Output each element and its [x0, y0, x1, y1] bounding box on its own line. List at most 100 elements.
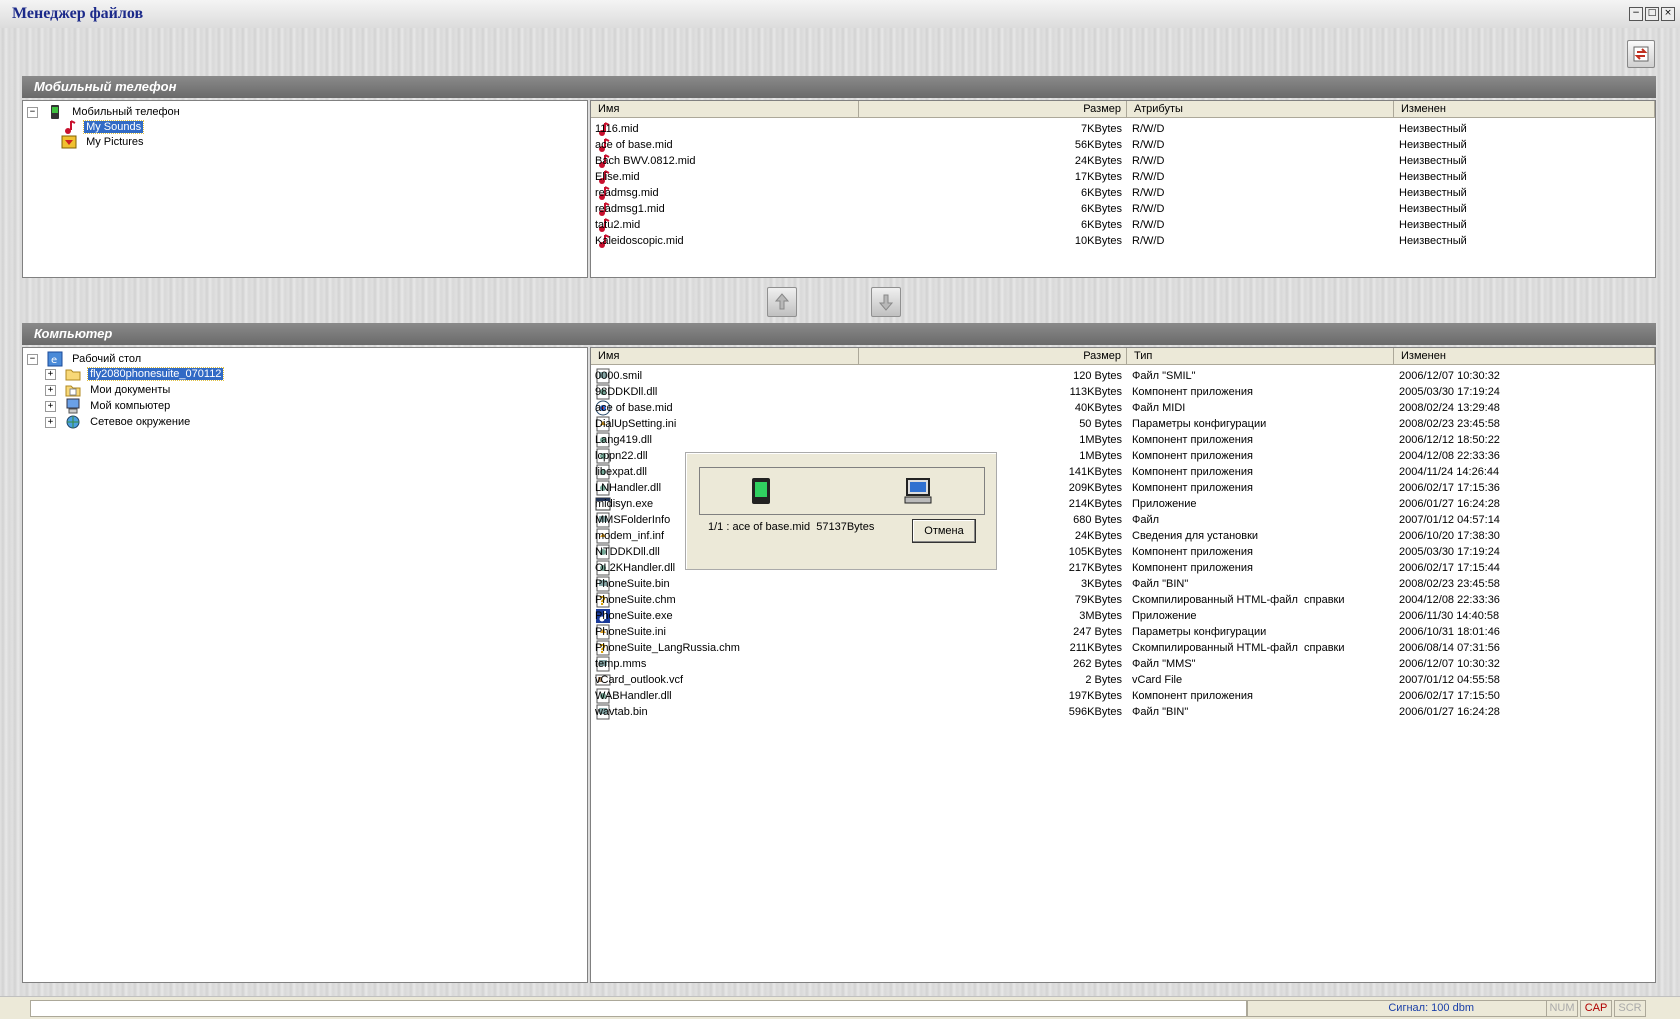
svg-text:e: e: [51, 355, 57, 366]
column-header-size[interactable]: Размер: [859, 101, 1127, 118]
tree-item-my-computer[interactable]: + Мой компьютер: [45, 398, 172, 414]
file-size: 40KBytes: [1074, 402, 1122, 414]
expand-icon[interactable]: +: [45, 400, 56, 412]
column-header-attributes[interactable]: Атрибуты: [1127, 101, 1394, 118]
file-row[interactable]: ace of base.mid 56KBytes R/W/D Неизвестный: [591, 137, 1655, 153]
sync-button[interactable]: [1627, 40, 1655, 68]
tree-item-network[interactable]: + Сетевое окружение: [45, 414, 192, 430]
file-size: 262 Bytes: [1073, 658, 1122, 670]
file-modified: 2006/11/30 14:40:58: [1399, 610, 1500, 622]
collapse-icon[interactable]: −: [27, 106, 38, 118]
tree-item-fly2080-folder[interactable]: + fly2080phonesuite_070112: [45, 366, 225, 382]
file-modified: 2005/03/30 17:19:24: [1399, 386, 1500, 398]
file-size: 1MBytes: [1079, 434, 1122, 446]
file-row[interactable]: 1116.mid 7KBytes R/W/D Неизвестный: [591, 121, 1655, 137]
file-size: 3MBytes: [1079, 610, 1122, 622]
tree-label: My Pictures: [86, 136, 144, 148]
upload-to-phone-button[interactable]: [767, 287, 797, 317]
tree-label: Рабочий стол: [72, 353, 142, 365]
phone-icon: [47, 104, 63, 120]
file-modified: 2008/02/24 13:29:48: [1399, 402, 1500, 414]
file-modified: Неизвестный: [1399, 203, 1467, 215]
file-row[interactable]: 98DDKDll.dll 113KBytes Компонент приложени…: [591, 384, 1655, 400]
file-row[interactable]: PhoneSuite.exe 3MBytes Приложение 2006/11/3…: [591, 608, 1655, 624]
file-row[interactable]: readmsg1.mid 6KBytes R/W/D Неизвестный: [591, 201, 1655, 217]
file-row[interactable]: WABHandler.dll 197KBytes Компонент приложе…: [591, 688, 1655, 704]
file-modified: 2004/11/24 14:26:44: [1399, 466, 1500, 478]
file-name-text: modem_inf.inf: [595, 530, 665, 542]
file-size: 120 Bytes: [1073, 370, 1122, 382]
expand-icon[interactable]: +: [45, 384, 56, 396]
file-row[interactable]: Kaleidoscopic.mid 10KBytes R/W/D Неизвестны…: [591, 233, 1655, 249]
file-type: Параметры конфигурации: [1132, 418, 1267, 430]
file-row[interactable]: readmsg.mid 6KBytes R/W/D Неизвестный: [591, 185, 1655, 201]
file-row[interactable]: Elise.mid 17KBytes R/W/D Неизвестный: [591, 169, 1655, 185]
file-row[interactable]: temp.mms 262 Bytes Файл "MMS" 2006/12/07 10…: [591, 656, 1655, 672]
expand-icon[interactable]: +: [45, 368, 56, 380]
file-row[interactable]: ? PhoneSuite.chm 79KBytes Скомпилированный …: [591, 592, 1655, 608]
file-name-text: PhoneSuite_LangRussia.chm: [595, 642, 740, 654]
column-header-type[interactable]: Тип: [1127, 348, 1394, 365]
file-row[interactable]: ? PhoneSuite_LangRussia.chm 211KBytes Скомп…: [591, 640, 1655, 656]
file-modified: 2004/12/08 22:33:36: [1399, 594, 1500, 606]
file-type: Сведения для установки: [1132, 530, 1259, 542]
file-row[interactable]: vCard_outlook.vcf 2 Bytes vCard File 2007/0…: [591, 672, 1655, 688]
arrow-down-icon: [878, 294, 894, 311]
file-size: 113KBytes: [1069, 386, 1122, 398]
file-size: 50 Bytes: [1079, 418, 1122, 430]
file-type: vCard File: [1132, 674, 1183, 686]
file-type: Компонент приложения: [1132, 386, 1253, 398]
pc-tree-root[interactable]: − e Рабочий стол: [27, 351, 143, 367]
column-header-name[interactable]: Имя: [591, 348, 859, 365]
file-modified: 2006/01/27 16:24:28: [1399, 706, 1500, 718]
file-row[interactable]: tatu2.mid 6KBytes R/W/D Неизвестный: [591, 217, 1655, 233]
file-row[interactable]: Lang419.dll 1MBytes Компонент приложения 20…: [591, 432, 1655, 448]
download-to-pc-button[interactable]: [871, 287, 901, 317]
file-size: 247 Bytes: [1073, 626, 1122, 638]
file-modified: 2006/10/20 17:38:30: [1399, 530, 1500, 542]
column-header-modified[interactable]: Изменен: [1394, 348, 1655, 365]
tree-item-my-sounds[interactable]: My Sounds: [61, 119, 145, 135]
maximize-button[interactable]: □: [1645, 7, 1659, 21]
status-bar: Сигнал: 100 dbm NUM CAP SCR: [0, 996, 1680, 1019]
tree-item-my-documents[interactable]: + Мои документы: [45, 382, 172, 398]
expand-icon[interactable]: +: [45, 416, 56, 428]
file-name-text: wavtab.bin: [595, 706, 648, 718]
column-header-modified[interactable]: Изменен: [1394, 101, 1655, 118]
cancel-button[interactable]: Отмена: [912, 519, 976, 543]
file-type: Параметры конфигурации: [1132, 626, 1267, 638]
phone-tree-root[interactable]: − Мобильный телефон: [27, 104, 182, 120]
file-name-text: tatu2.mid: [595, 219, 641, 231]
tree-label: Мой компьютер: [90, 400, 171, 412]
file-modified: 2006/12/07 10:30:32: [1399, 658, 1500, 670]
file-size: 211KBytes: [1069, 642, 1122, 654]
file-row[interactable]: Bach BWV.0812.mid 24KBytes R/W/D Неизвестны…: [591, 153, 1655, 169]
file-size: 2 Bytes: [1085, 674, 1122, 686]
collapse-icon[interactable]: −: [27, 353, 38, 365]
file-size: 6KBytes: [1081, 187, 1122, 199]
file-name-text: OL2KHandler.dll: [595, 562, 676, 574]
tree-label: My Sounds: [83, 120, 145, 134]
close-button[interactable]: ×: [1661, 7, 1675, 21]
file-row[interactable]: ace of base.mid 40KBytes Файл MIDI 2008/02/…: [591, 400, 1655, 416]
file-row[interactable]: PhoneSuite.ini 247 Bytes Параметры конфигу…: [591, 624, 1655, 640]
file-modified: 2006/08/14 07:31:56: [1399, 642, 1500, 654]
file-type: Файл "BIN": [1132, 578, 1189, 590]
file-row[interactable]: wavtab.bin 596KBytes Файл "BIN" 2006/01/27 …: [591, 704, 1655, 720]
num-indicator: NUM: [1546, 1000, 1578, 1017]
file-row[interactable]: PhoneSuite.bin 3KBytes Файл "BIN" 2008/02/2…: [591, 576, 1655, 592]
file-attributes: R/W/D: [1132, 219, 1165, 231]
file-type: Приложение: [1132, 498, 1197, 510]
minimize-button[interactable]: −: [1629, 7, 1643, 21]
tree-item-my-pictures[interactable]: My Pictures: [61, 134, 146, 150]
file-row[interactable]: DialUpSetting.ini 50 Bytes Параметры конфи…: [591, 416, 1655, 432]
column-header-name[interactable]: Имя: [591, 101, 859, 118]
status-message-field: [30, 1000, 1247, 1017]
transfer-progress-dialog: 1/1 : ace of base.mid 57137Bytes Отмена: [685, 452, 997, 570]
file-row[interactable]: 0000.smil 120 Bytes Файл "SMIL" 2006/12/07 …: [591, 368, 1655, 384]
file-name-text: Elise.mid: [595, 171, 640, 183]
file-type: Файл "SMIL": [1132, 370, 1196, 382]
file-attributes: R/W/D: [1132, 171, 1165, 183]
column-header-size[interactable]: Размер: [859, 348, 1127, 365]
transfer-status-text: 1/1 : ace of base.mid 57137Bytes: [708, 521, 875, 533]
